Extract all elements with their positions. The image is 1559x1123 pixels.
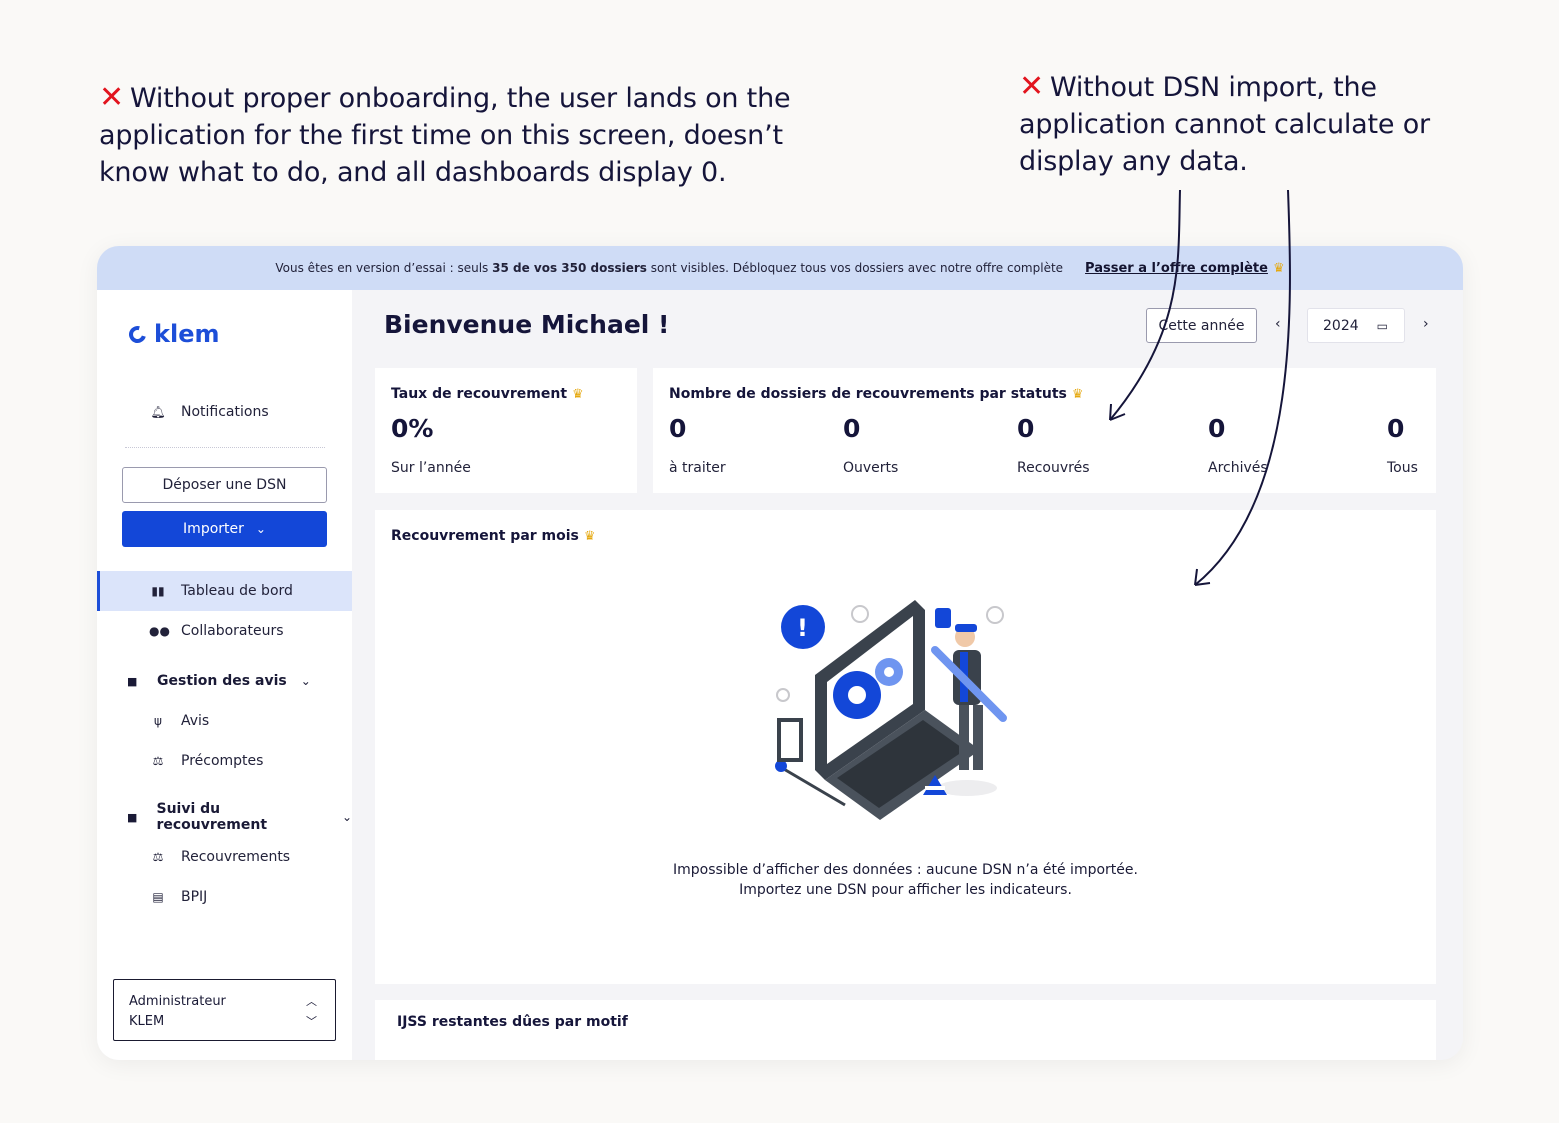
sidebar-group-avis[interactable]: ■ Gestion des avis ⌄	[97, 663, 352, 699]
main-content: Bienvenue Michael ! Cette année ‹ 2024 ▭…	[352, 290, 1463, 1060]
chevron-left-icon[interactable]: ‹	[1275, 316, 1281, 332]
crown-icon: ♛	[1071, 386, 1084, 402]
chevron-down-icon: ⌄	[255, 522, 266, 536]
card-statuts: Nombre de dossiers de recouvrements par …	[653, 368, 1436, 493]
chevron-right-icon[interactable]: ›	[1423, 316, 1429, 332]
sidebar: klem 🔔︎ Notifications Déposer une DSN Im…	[97, 290, 352, 1060]
sidebar-item-label: Précomptes	[181, 753, 264, 769]
chevron-down-icon: ⌄	[341, 810, 352, 824]
crown-icon: ♛	[583, 528, 596, 544]
card-taux-recouvrement: Taux de recouvrement ♛ 0% Sur l’année	[375, 368, 637, 493]
crown-icon: ♛	[1272, 260, 1285, 276]
year-value: 2024	[1323, 317, 1359, 334]
sidebar-item-label: Notifications	[181, 404, 269, 420]
bell-icon: 🔔︎	[150, 405, 166, 419]
calendar-icon: ▭	[1376, 318, 1388, 333]
stethoscope-icon: ψ	[154, 714, 162, 728]
file-icon: ■	[127, 674, 138, 688]
sidebar-item-dashboard[interactable]: ▮▮ Tableau de bord	[97, 571, 352, 611]
status-count: 0	[669, 414, 687, 443]
maintenance-illustration: !	[775, 600, 1007, 820]
status-count: 0	[1208, 414, 1226, 443]
sidebar-item-bpij[interactable]: ▤ BPIJ	[97, 877, 352, 917]
annotation-onboarding-text: Without proper onboarding, the user land…	[99, 83, 791, 188]
cross-icon: ✕	[1019, 69, 1044, 104]
logo-icon	[125, 322, 150, 346]
status-label: Ouverts	[843, 460, 899, 476]
sidebar-item-label: Avis	[181, 713, 210, 729]
trial-banner: Vous êtes en version d’essai : seuls 35 …	[97, 246, 1463, 290]
sidebar-group-label: Suivi du recouvrement	[156, 801, 268, 833]
role-org: KLEM	[129, 1014, 165, 1029]
status-count: 0	[843, 414, 861, 443]
sidebar-item-avis[interactable]: ψ Avis	[97, 701, 352, 741]
users-icon: ●●	[149, 624, 170, 638]
sidebar-item-collaborators[interactable]: ●● Collaborateurs	[97, 611, 352, 651]
deposit-dsn-button[interactable]: Déposer une DSN	[122, 467, 327, 503]
chevron-down-icon: ⌄	[300, 674, 311, 688]
card-title: Nombre de dossiers de recouvrements par …	[669, 386, 1084, 402]
svg-text:!: !	[797, 614, 808, 642]
sidebar-group-label: Gestion des avis	[157, 673, 287, 689]
status-label: à traiter	[669, 460, 726, 476]
sidebar-item-label: BPIJ	[181, 889, 208, 905]
current-year-button[interactable]: Cette année	[1146, 308, 1257, 343]
sidebar-item-label: Tableau de bord	[181, 583, 293, 599]
status-label: Recouvrés	[1017, 460, 1090, 476]
role-selector[interactable]: Administrateur KLEM ︿ ﹀	[113, 979, 336, 1041]
sidebar-item-recouvrements[interactable]: ⚖ Recouvrements	[97, 837, 352, 877]
file-icon: ■	[127, 810, 138, 824]
import-button[interactable]: Importer ⌄	[122, 511, 327, 547]
annotation-dsn-text: Without DSN import, the application cann…	[1019, 72, 1430, 177]
role-title: Administrateur	[129, 994, 226, 1009]
status-label: Archivés	[1208, 460, 1268, 476]
divider	[125, 447, 325, 448]
status-count: 0	[1387, 414, 1405, 443]
card-recouvrement-par-mois: Recouvrement par mois ♛ ! Impossible d’a…	[375, 510, 1436, 984]
crown-icon: ♛	[572, 386, 584, 402]
empty-state-message: Impossible d’afficher des données : aucu…	[375, 860, 1436, 900]
page-title: Bienvenue Michael !	[384, 310, 670, 339]
card-title: Taux de recouvrement ♛	[391, 386, 584, 402]
card-ijss-par-motif: IJSS restantes dûes par motif	[375, 1000, 1436, 1060]
sidebar-item-label: Recouvrements	[181, 849, 291, 865]
logo: klem	[125, 320, 219, 348]
year-picker[interactable]: 2024 ▭	[1307, 308, 1405, 343]
empty-state-line: Importez une DSN pour afficher les indic…	[739, 882, 1072, 898]
cross-icon: ✕	[99, 80, 124, 115]
app-window: Vous êtes en version d’essai : seuls 35 …	[97, 246, 1463, 1060]
scale-icon: ⚖	[152, 754, 164, 768]
chevron-updown-icon: ︿ ﹀	[306, 995, 317, 1028]
sidebar-item-precomptes[interactable]: ⚖ Précomptes	[97, 741, 352, 781]
annotation-onboarding: ✕ Without proper onboarding, the user lan…	[99, 79, 819, 191]
taux-caption: Sur l’année	[391, 460, 471, 476]
document-icon: ▤	[152, 890, 164, 904]
sidebar-group-suivi[interactable]: ■ Suivi du recouvrement ⌄	[97, 799, 352, 835]
scale-icon: ⚖	[152, 850, 164, 864]
status-count: 0	[1017, 414, 1035, 443]
annotation-dsn: ✕ Without DSN import, the application can…	[1019, 68, 1479, 180]
upgrade-link[interactable]: Passer a l’offre complète	[1085, 261, 1268, 276]
bar-chart-icon: ▮▮	[151, 584, 165, 598]
card-title: Recouvrement par mois ♛	[391, 528, 596, 544]
status-label: Tous	[1387, 460, 1418, 476]
sidebar-item-notifications[interactable]: 🔔︎ Notifications	[97, 392, 352, 432]
empty-state-line: Impossible d’afficher des données : aucu…	[673, 862, 1138, 878]
trial-banner-text: Vous êtes en version d’essai : seuls 35 …	[275, 261, 1064, 275]
card-title: IJSS restantes dûes par motif	[397, 1014, 628, 1030]
sidebar-item-label: Collaborateurs	[181, 623, 284, 639]
taux-value: 0%	[391, 414, 434, 443]
